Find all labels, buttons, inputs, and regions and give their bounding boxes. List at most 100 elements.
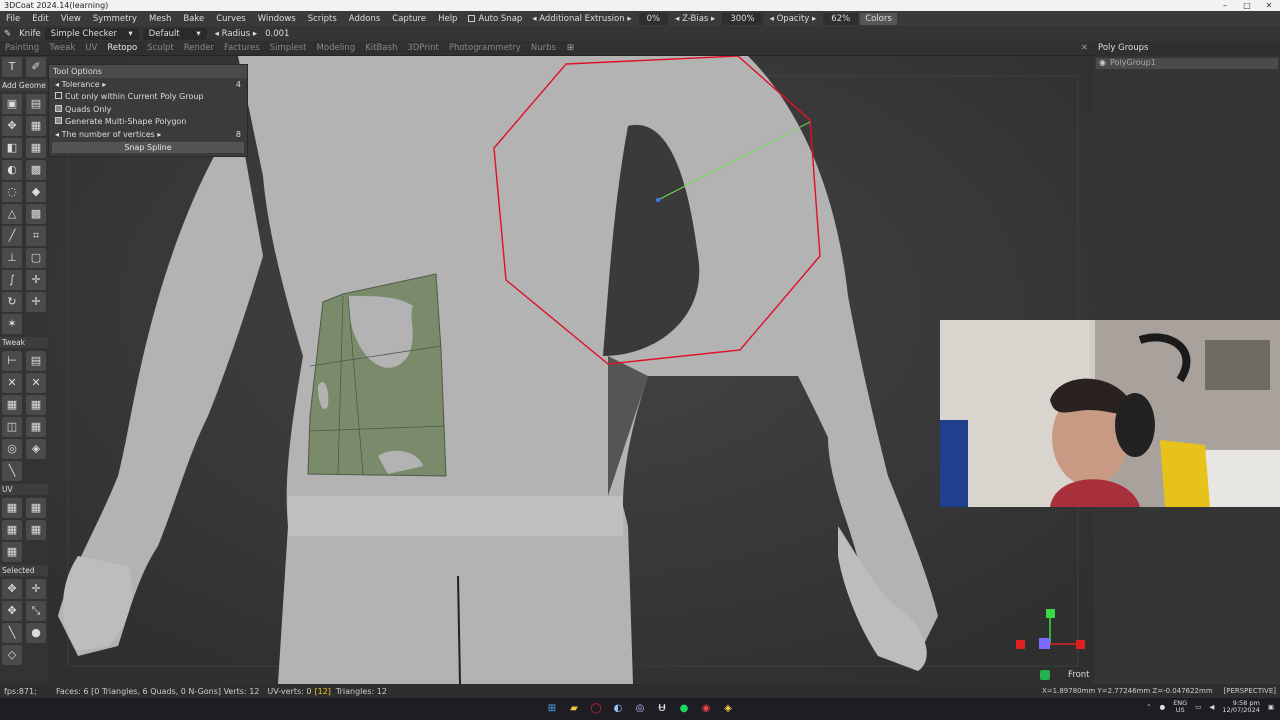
quad-tool-icon[interactable]: ▣ (2, 94, 22, 114)
tolerance-row[interactable]: ◂ Tolerance ▸ 4 (49, 78, 247, 91)
tab-modeling[interactable]: Modeling (312, 43, 361, 53)
frame-tool-icon[interactable]: ▢ (26, 248, 46, 268)
spark-tool-icon[interactable]: ✶ (2, 314, 22, 334)
knife-tool-icon[interactable]: ╱ (2, 226, 22, 246)
uv-unwrap-icon[interactable]: ▦ (2, 498, 22, 518)
tab-simplest[interactable]: Simplest (265, 43, 312, 53)
menu-mesh[interactable]: Mesh (143, 14, 177, 24)
cube-tool-icon[interactable]: ◧ (2, 138, 22, 158)
clock[interactable]: 9:58 pm 12/07/2024 (1222, 700, 1259, 714)
tab-tweak[interactable]: Tweak (44, 43, 80, 53)
pin-tool-icon[interactable]: ✛ (26, 270, 46, 290)
menu-symmetry[interactable]: Symmetry (87, 14, 143, 24)
move-tool-icon[interactable]: ✥ (2, 116, 22, 136)
cut-only-checkbox[interactable] (55, 92, 62, 100)
menu-capture[interactable]: Capture (386, 14, 432, 24)
file-explorer-icon[interactable]: ▰ (566, 701, 582, 717)
shape-tool-icon[interactable]: ◆ (26, 182, 46, 202)
opacity-value[interactable]: 62% (823, 12, 859, 25)
quads-only-row[interactable]: Quads Only (49, 103, 247, 116)
rotate-selected-icon[interactable]: ✥ (2, 601, 22, 621)
poly-group-item[interactable]: ◉ PolyGroup1 (1096, 58, 1278, 69)
tab-uv[interactable]: UV (80, 43, 102, 53)
delete-tool-icon[interactable]: ✕ (2, 373, 22, 393)
extrusion-value[interactable]: 0% (638, 12, 669, 25)
default-select[interactable]: Default ▾ (142, 27, 207, 40)
menu-view[interactable]: View (55, 14, 87, 24)
menu-windows[interactable]: Windows (252, 14, 302, 24)
scale-selected-icon[interactable]: ⤡ (26, 601, 46, 621)
eye-icon[interactable]: ◉ (1099, 58, 1106, 67)
menu-edit[interactable]: Edit (26, 14, 54, 24)
generate-multi-row[interactable]: Generate Multi-Shape Polygon (49, 116, 247, 129)
unreal-icon[interactable]: Ʉ (654, 701, 670, 717)
uv-pack-icon[interactable]: ▦ (26, 520, 46, 540)
maximize-button[interactable]: □ (1236, 0, 1258, 11)
tab-painting[interactable]: Painting (0, 43, 44, 53)
cut-only-row[interactable]: Cut only within Current Poly Group (49, 91, 247, 104)
path-tool-icon[interactable]: ∫ (2, 270, 22, 290)
text-tool-icon[interactable]: T (2, 57, 22, 77)
auto-snap-checkbox[interactable] (468, 15, 476, 22)
zbias-control[interactable]: ◂ Z-Bias ▸ (670, 14, 720, 24)
tab-nurbs[interactable]: Nurbs (526, 43, 561, 53)
split-tool-icon[interactable]: ▦ (26, 417, 46, 437)
lasso-tool-icon[interactable]: ◌ (2, 182, 22, 202)
radius-control[interactable]: ◂ Radius ▸ (211, 29, 261, 39)
slash-tool-icon[interactable]: ╲ (2, 461, 22, 481)
crosshair-tool-icon[interactable]: ✛ (26, 292, 46, 312)
vertices-value[interactable]: 8 (236, 130, 241, 139)
close-button[interactable]: ✕ (1258, 0, 1280, 11)
close-icon[interactable]: ✕ (1081, 43, 1088, 53)
menu-bake[interactable]: Bake (177, 14, 210, 24)
steam-icon[interactable]: ◐ (610, 701, 626, 717)
flatten-icon[interactable]: ╲ (2, 623, 22, 643)
minimize-button[interactable]: – (1214, 0, 1236, 11)
windows-start-icon[interactable]: ⊞ (544, 701, 560, 717)
add-tab-icon[interactable]: ⊞ (561, 43, 580, 53)
tab-kitbash[interactable]: KitBash (360, 43, 402, 53)
3dcoat-icon[interactable]: ◈ (720, 701, 736, 717)
menu-scripts[interactable]: Scripts (302, 14, 343, 24)
net-tool-icon[interactable]: ⌗ (26, 226, 46, 246)
volume-icon[interactable]: ◀ (1209, 703, 1214, 711)
tab-3dprint[interactable]: 3DPrint (402, 43, 444, 53)
menu-curves[interactable]: Curves (210, 14, 252, 24)
web-tool-icon[interactable]: ▩ (26, 204, 46, 224)
colors-button[interactable]: Colors (860, 12, 897, 25)
uv-seam-icon[interactable]: ▦ (26, 498, 46, 518)
extrude-icon[interactable]: ◇ (2, 645, 22, 665)
menu-help[interactable]: Help (432, 14, 463, 24)
opera-icon[interactable]: ◯ (588, 701, 604, 717)
uv-grid-icon[interactable]: ▦ (2, 542, 22, 562)
target-tool-icon[interactable]: ◈ (26, 439, 46, 459)
move-selected-icon[interactable]: ✛ (26, 579, 46, 599)
viewport-view-indicator[interactable]: Front (1040, 670, 1090, 680)
sphere-icon[interactable]: ● (26, 623, 46, 643)
relax-tool-icon[interactable]: ▦ (2, 395, 22, 415)
generate-multi-checkbox[interactable] (55, 117, 62, 125)
checker-select[interactable]: Simple Checker ▾ (44, 27, 139, 40)
pen-tool-icon[interactable]: ✐ (26, 57, 46, 77)
quads-only-checkbox[interactable] (55, 104, 62, 112)
tab-photogrammetry[interactable]: Photogrammetry (444, 43, 526, 53)
discord-icon[interactable]: ◎ (632, 701, 648, 717)
strokes-tool-icon[interactable]: ▦ (26, 116, 46, 136)
points-tool-icon[interactable]: ▤ (26, 94, 46, 114)
additional-extrusion-control[interactable]: ◂ Additional Extrusion ▸ (527, 14, 636, 24)
tray-mic-icon[interactable]: ● (1160, 703, 1166, 711)
brush-tool-icon[interactable]: ◐ (2, 160, 22, 180)
edge-tool-icon[interactable]: ⊢ (2, 351, 22, 371)
rotate-tool-icon[interactable]: ↻ (2, 292, 22, 312)
network-icon[interactable]: ▭ (1195, 703, 1201, 711)
loop-tool-icon[interactable]: ▦ (26, 395, 46, 415)
tolerance-value[interactable]: 4 (236, 80, 241, 89)
language-indicator[interactable]: ENG US (1173, 700, 1187, 714)
smooth-tool-icon[interactable]: ◎ (2, 439, 22, 459)
chrome-icon[interactable]: ◉ (698, 701, 714, 717)
tab-render[interactable]: Render (179, 43, 219, 53)
slide-tool-icon[interactable]: ▤ (26, 351, 46, 371)
tray-chevron-icon[interactable]: ⌃ (1146, 703, 1151, 711)
vertices-row[interactable]: ◂ The number of vertices ▸ 8 (49, 128, 247, 141)
mesh-tool-icon[interactable]: ▩ (26, 160, 46, 180)
